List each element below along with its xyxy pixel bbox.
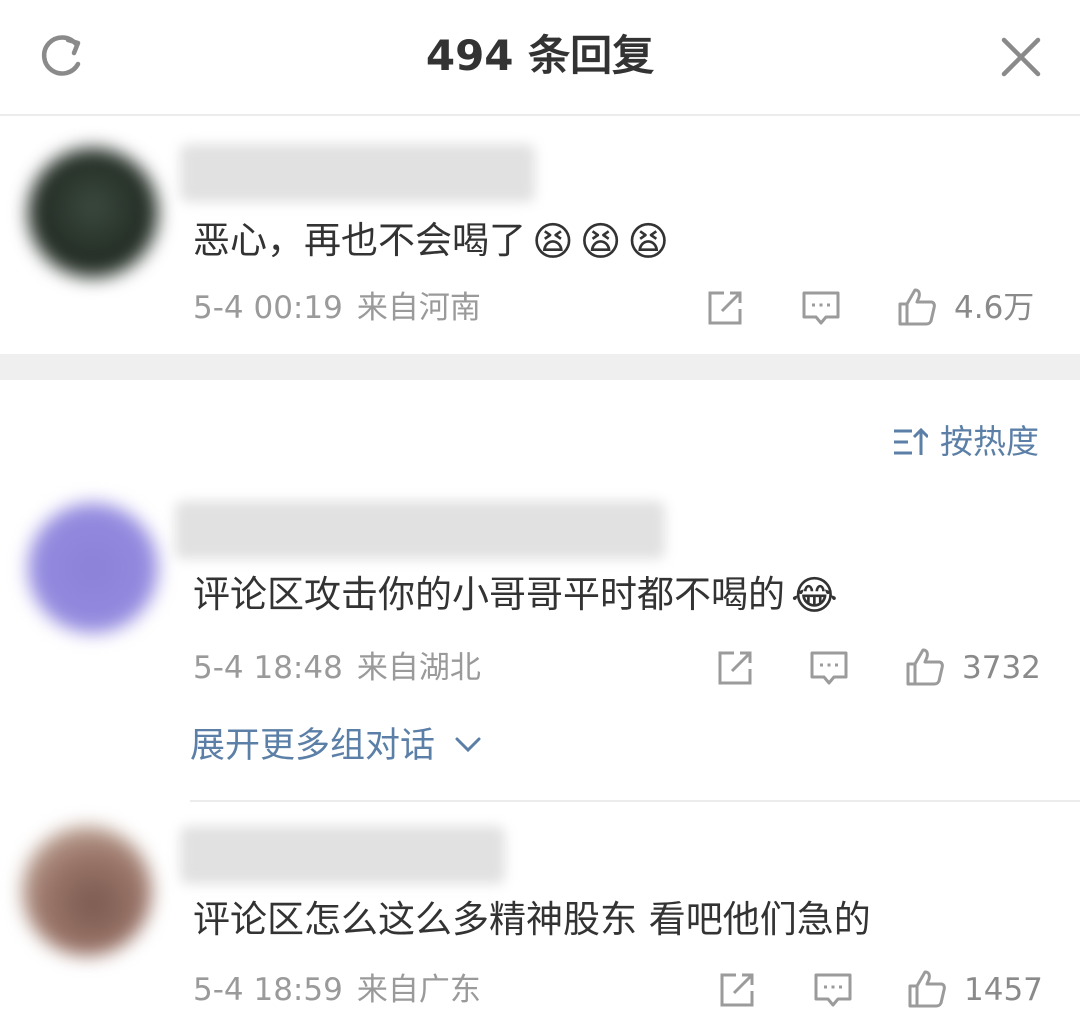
comment-time: 5-4 18:59 bbox=[193, 972, 343, 1008]
emoji-icon: 😫 bbox=[627, 219, 670, 265]
comment-item: 恶心，再也不会喝了 😫 😫 😫 5-4 00:19 来自河南 4.6万 bbox=[0, 140, 1080, 340]
comment-item: 评论区怎么这么多精神股东 看吧他们急的 5-4 18:59 来自广东 1457 bbox=[0, 822, 1080, 1010]
comment-text-body: 评论区怎么这么多精神股东 看吧他们急的 bbox=[193, 898, 871, 941]
comment-location: 来自广东 bbox=[356, 972, 481, 1008]
comment-text-body: 恶心，再也不会喝了 bbox=[193, 219, 526, 262]
sort-icon bbox=[894, 427, 928, 455]
comment-text: 恶心，再也不会喝了 😫 😫 😫 bbox=[193, 216, 669, 267]
username[interactable] bbox=[180, 144, 535, 202]
comment-time: 5-4 18:48 bbox=[193, 650, 343, 686]
comment-icon[interactable] bbox=[808, 647, 850, 689]
comment-icon[interactable] bbox=[812, 969, 854, 1011]
comment-text-body: 评论区攻击你的小哥哥平时都不喝的 bbox=[193, 573, 785, 616]
comment-text: 评论区攻击你的小哥哥平时都不喝的 😂 bbox=[193, 570, 838, 621]
expand-label: 展开更多组对话 bbox=[190, 726, 436, 766]
username[interactable] bbox=[175, 501, 665, 559]
chevron-down-icon bbox=[455, 737, 481, 753]
like-icon[interactable] bbox=[906, 968, 948, 1010]
like-count: 4.6万 bbox=[954, 290, 1035, 326]
username[interactable] bbox=[180, 826, 505, 884]
comment-meta: 5-4 18:59 来自广东 bbox=[193, 970, 481, 1010]
comment-time: 5-4 00:19 bbox=[193, 290, 343, 326]
share-icon[interactable] bbox=[704, 287, 746, 329]
like-count: 3732 bbox=[962, 650, 1041, 686]
emoji-icon: 😂 bbox=[791, 573, 838, 619]
comment-meta: 5-4 18:48 来自湖北 bbox=[193, 648, 481, 688]
comment-meta: 5-4 00:19 来自河南 bbox=[193, 288, 481, 328]
close-icon[interactable] bbox=[996, 32, 1046, 82]
comment-icon[interactable] bbox=[800, 287, 842, 329]
avatar[interactable] bbox=[28, 148, 158, 278]
emoji-icon: 😫 bbox=[579, 219, 622, 265]
avatar[interactable] bbox=[28, 503, 158, 633]
expand-conversation-link[interactable]: 展开更多组对话 bbox=[190, 722, 482, 770]
share-icon[interactable] bbox=[714, 647, 756, 689]
divider bbox=[190, 800, 1080, 802]
avatar[interactable] bbox=[22, 826, 152, 956]
section-divider bbox=[0, 354, 1080, 380]
comment-location: 来自湖北 bbox=[356, 650, 481, 686]
emoji-icon: 😫 bbox=[532, 219, 574, 265]
page-title: 494 条回复 bbox=[425, 31, 655, 80]
comment-text: 评论区怎么这么多精神股东 看吧他们急的 bbox=[193, 895, 871, 945]
comment-location: 来自河南 bbox=[356, 290, 481, 326]
like-icon[interactable] bbox=[904, 646, 946, 688]
comment-item: 评论区攻击你的小哥哥平时都不喝的 😂 5-4 18:48 来自湖北 3732 bbox=[0, 495, 1080, 705]
share-icon[interactable] bbox=[716, 969, 758, 1011]
like-count: 1457 bbox=[964, 972, 1043, 1008]
header-bar: 494 条回复 bbox=[0, 0, 1080, 116]
sort-label: 按热度 bbox=[940, 422, 1039, 461]
like-icon[interactable] bbox=[896, 286, 938, 328]
